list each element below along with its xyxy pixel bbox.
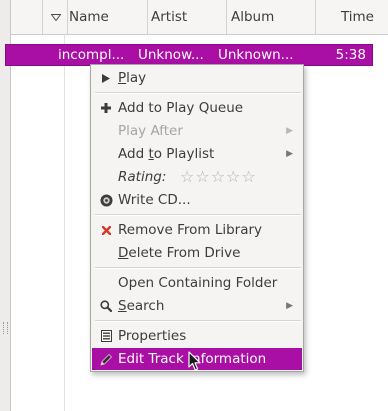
menu-item-rating[interactable]: Rating: ☆☆☆☆☆ [92,166,302,188]
chevron-right-icon: ▶ [286,149,293,159]
play-icon [99,67,113,89]
menu-item-play[interactable]: Play [92,67,302,89]
menu-separator [95,320,301,322]
menu-item-play-after: Play After ▶ [92,120,302,142]
chevron-right-icon: ▶ [286,126,293,136]
cd-icon [99,189,113,211]
column-header-time[interactable]: Time [315,0,388,34]
menu-item-write-cd[interactable]: Write CD... [92,189,302,211]
track-name-cell: incompl... [58,47,125,63]
status-column [11,35,65,411]
column-header-bar: Name Artist Album Time [11,0,388,35]
menu-item-open-containing-folder[interactable]: Open Containing Folder [92,272,302,294]
menu-item-label: Properties [118,328,187,344]
menu-separator [95,267,301,269]
magnifier-icon [99,295,113,317]
sort-down-icon [51,14,61,21]
column-header-album[interactable]: Album [226,0,319,34]
menu-item-remove-from-library[interactable]: Remove From Library [92,219,302,241]
menu-item-label: Add to Play Queue [118,100,244,116]
rating-stars[interactable]: ☆☆☆☆☆ [180,166,257,188]
menu-item-search[interactable]: Search ▶ [92,295,302,317]
menu-separator [95,214,301,216]
menu-item-label: Remove From Library [118,222,263,238]
sort-column-header[interactable] [42,0,67,34]
menu-item-label: Write CD... [118,192,191,208]
column-header-artist[interactable]: Artist [147,0,230,34]
pointer-cursor [188,351,202,376]
menu-item-label: Play After [118,123,183,139]
context-menu: Play Add to Play Queue Play After ▶ Add … [90,64,304,372]
menu-item-add-to-play-queue[interactable]: Add to Play Queue [92,97,302,119]
track-album-cell: Unknown... [218,47,294,63]
column-header-name[interactable]: Name [67,0,148,34]
menu-item-properties[interactable]: Properties [92,325,302,347]
track-time-cell: 5:38 [335,47,366,63]
plus-icon [99,97,113,119]
chevron-right-icon: ▶ [286,301,293,311]
x-icon [99,219,113,241]
menu-item-label: Open Containing Folder [118,275,278,291]
menu-separator [95,92,301,94]
properties-icon [99,325,113,347]
menu-item-delete-from-drive[interactable]: Delete From Drive [92,242,302,264]
track-artist-cell: Unknow... [138,47,204,63]
pane-resize-handle[interactable] [3,322,8,334]
menu-item-add-to-playlist[interactable]: Add to Playlist ▶ [92,143,302,165]
rating-label: Rating: [118,169,167,185]
pencil-icon [99,348,113,370]
selected-track-row[interactable]: incompl... Unknow... Unknown... 5:38 [5,44,373,66]
